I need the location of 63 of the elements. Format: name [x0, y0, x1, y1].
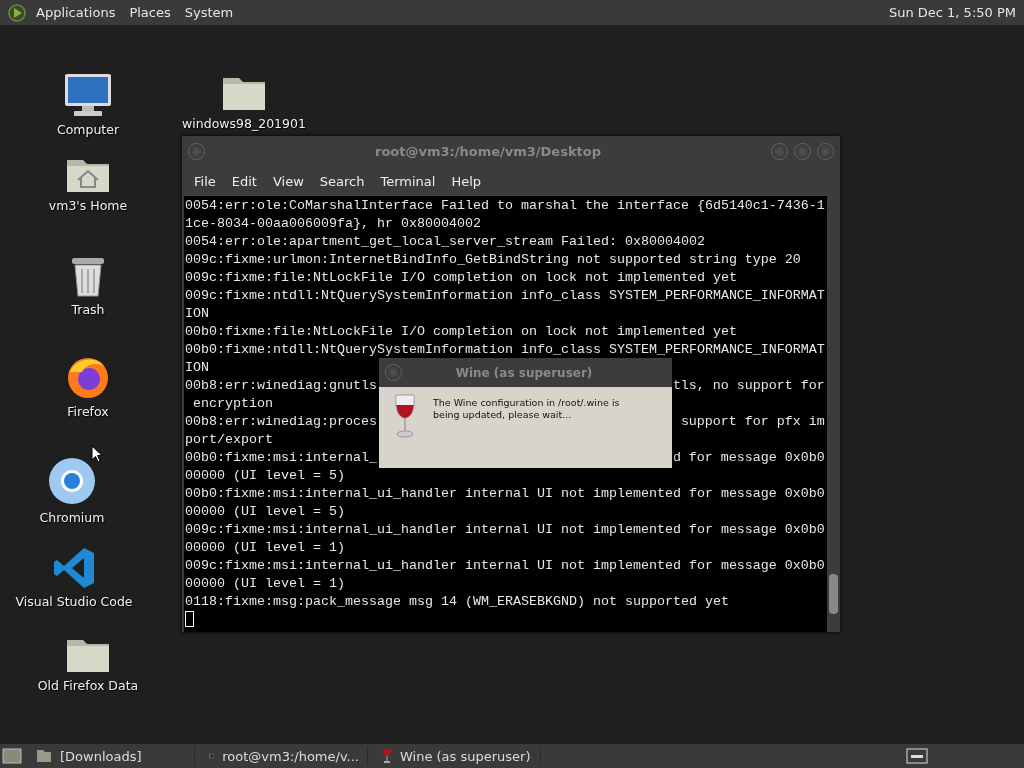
terminal-line: 009c:fixme:ntdll:NtQuerySystemInformation info_class SYSTEM_PERFORMANCE_INFORMAT — [185, 288, 825, 303]
terminal-line: 009c:fixme:msi:internal_ui_handler internal UI not implemented for message 0x0b0 — [185, 522, 825, 537]
terminal-line: d for message 0x0b0 — [672, 449, 825, 467]
keyboard-icon[interactable] — [906, 748, 928, 764]
terminal-line: port/export — [185, 432, 273, 447]
window-title: Wine (as superuser) — [454, 365, 594, 380]
clock[interactable]: Sun Dec 1, 5:50 PM — [888, 5, 1016, 20]
terminal-line: 1ce-8034-00aa006009fa}, hr 0x80004002 — [185, 216, 481, 231]
monitor-icon[interactable] — [64, 72, 112, 118]
icon-label[interactable]: vm3's Home — [48, 198, 128, 213]
window-title: root@vm3:/home/vm3/Desktop — [373, 143, 603, 159]
terminal-line: 00b8:err:winediag:gnutls — [185, 377, 377, 395]
panel-menu[interactable]: Places — [125, 5, 175, 20]
show-desktop-icon[interactable] — [2, 747, 22, 765]
play-logo-icon[interactable] — [8, 3, 26, 22]
scrollbar[interactable] — [827, 196, 840, 632]
menu-item[interactable]: View — [264, 173, 312, 189]
scrollbar-thumb[interactable] — [829, 574, 838, 614]
icon-label[interactable]: windows98_201901 — [182, 116, 306, 131]
terminal-line: 009c:fixme:urlmon:InternetBindInfo_GetBindString not supported string type 20 — [185, 252, 801, 267]
taskbar-button[interactable]: Wine (as superuser) — [374, 746, 541, 766]
terminal-line: 00000 (UI level = 5) — [185, 504, 345, 519]
chromium-icon[interactable] — [47, 456, 97, 506]
terminal-line: encryption — [192, 396, 273, 411]
menu-item[interactable]: Help — [443, 173, 490, 189]
text-cursor — [185, 611, 194, 628]
terminal-line: ION — [185, 360, 209, 375]
panel-menu[interactable]: Applications — [32, 5, 120, 20]
terminal-line: 00000 (UI level = 5) — [185, 468, 345, 483]
mouse-pointer-icon — [91, 445, 103, 463]
terminal-line: 009c:fixme:msi:internal_ui_handler internal UI not implemented for message 0x0b0 — [185, 558, 825, 573]
terminal-line: 0054:err:ole:CoMarshalInterface Failed to marshal the interface {6d5140c1-7436-1 — [185, 198, 825, 213]
terminal-line: support for pfx im — [680, 413, 825, 431]
icon-label[interactable]: Visual Studio Code — [15, 594, 133, 609]
icon-label[interactable]: Computer — [56, 122, 120, 137]
terminal-line: 00b0:fixme:ntdll:NtQuerySystemInformation info_class SYSTEM_PERFORMANCE_INFORMAT — [185, 342, 825, 357]
vscode-icon[interactable] — [52, 546, 96, 590]
terminal-line: 00b8:err:winediag:proces — [185, 413, 377, 431]
terminal-line: 0118:fixme:msg:pack_message msg 14 (WM_ERASEBKGND) not supported yet — [185, 594, 729, 609]
terminal-line: ION — [185, 306, 209, 321]
menu-item[interactable]: Search — [311, 173, 373, 189]
wine-glass-icon — [393, 393, 417, 439]
taskbar-button[interactable]: [Downloads] — [28, 746, 195, 766]
terminal-line: 00b0:fixme:file:NtLockFile I/O completion on lock not implemented yet — [185, 324, 737, 339]
icon-label[interactable]: Trash — [71, 302, 105, 317]
terminal-line: 00000 (UI level = 1) — [185, 576, 345, 591]
menu-item[interactable]: Edit — [223, 173, 265, 189]
menu-item[interactable]: File — [186, 173, 224, 189]
terminal-line: 009c:fixme:file:NtLockFile I/O completion on lock not implemented yet — [185, 270, 737, 285]
dialog-message: The Wine configuration in /root/.wine is being updated, please wait... — [433, 397, 621, 423]
wine-glass-icon — [382, 748, 392, 764]
icon-label[interactable]: Chromium — [39, 510, 105, 525]
panel-menu[interactable]: System — [180, 5, 238, 20]
icon-label[interactable]: Old Firefox Data — [37, 678, 139, 693]
terminal-line: 0054:err:ole:apartment_get_local_server_stream Failed: 0x80004002 — [185, 234, 705, 249]
folder-icon — [36, 749, 52, 763]
menu-item[interactable]: Terminal — [372, 173, 444, 189]
taskbar-button[interactable]: root@vm3:/home/v... — [201, 746, 368, 766]
terminal-line: 00b0:fixme:msi:internal_ — [185, 449, 377, 467]
terminal-line: 00b0:fixme:msi:internal_ui_handler internal UI not implemented for message 0x0b0 — [185, 486, 825, 501]
terminal-line: 00000 (UI level = 1) — [185, 540, 345, 555]
terminal-line: tls, no support for — [672, 377, 825, 395]
icon-label[interactable]: Firefox — [67, 404, 109, 419]
